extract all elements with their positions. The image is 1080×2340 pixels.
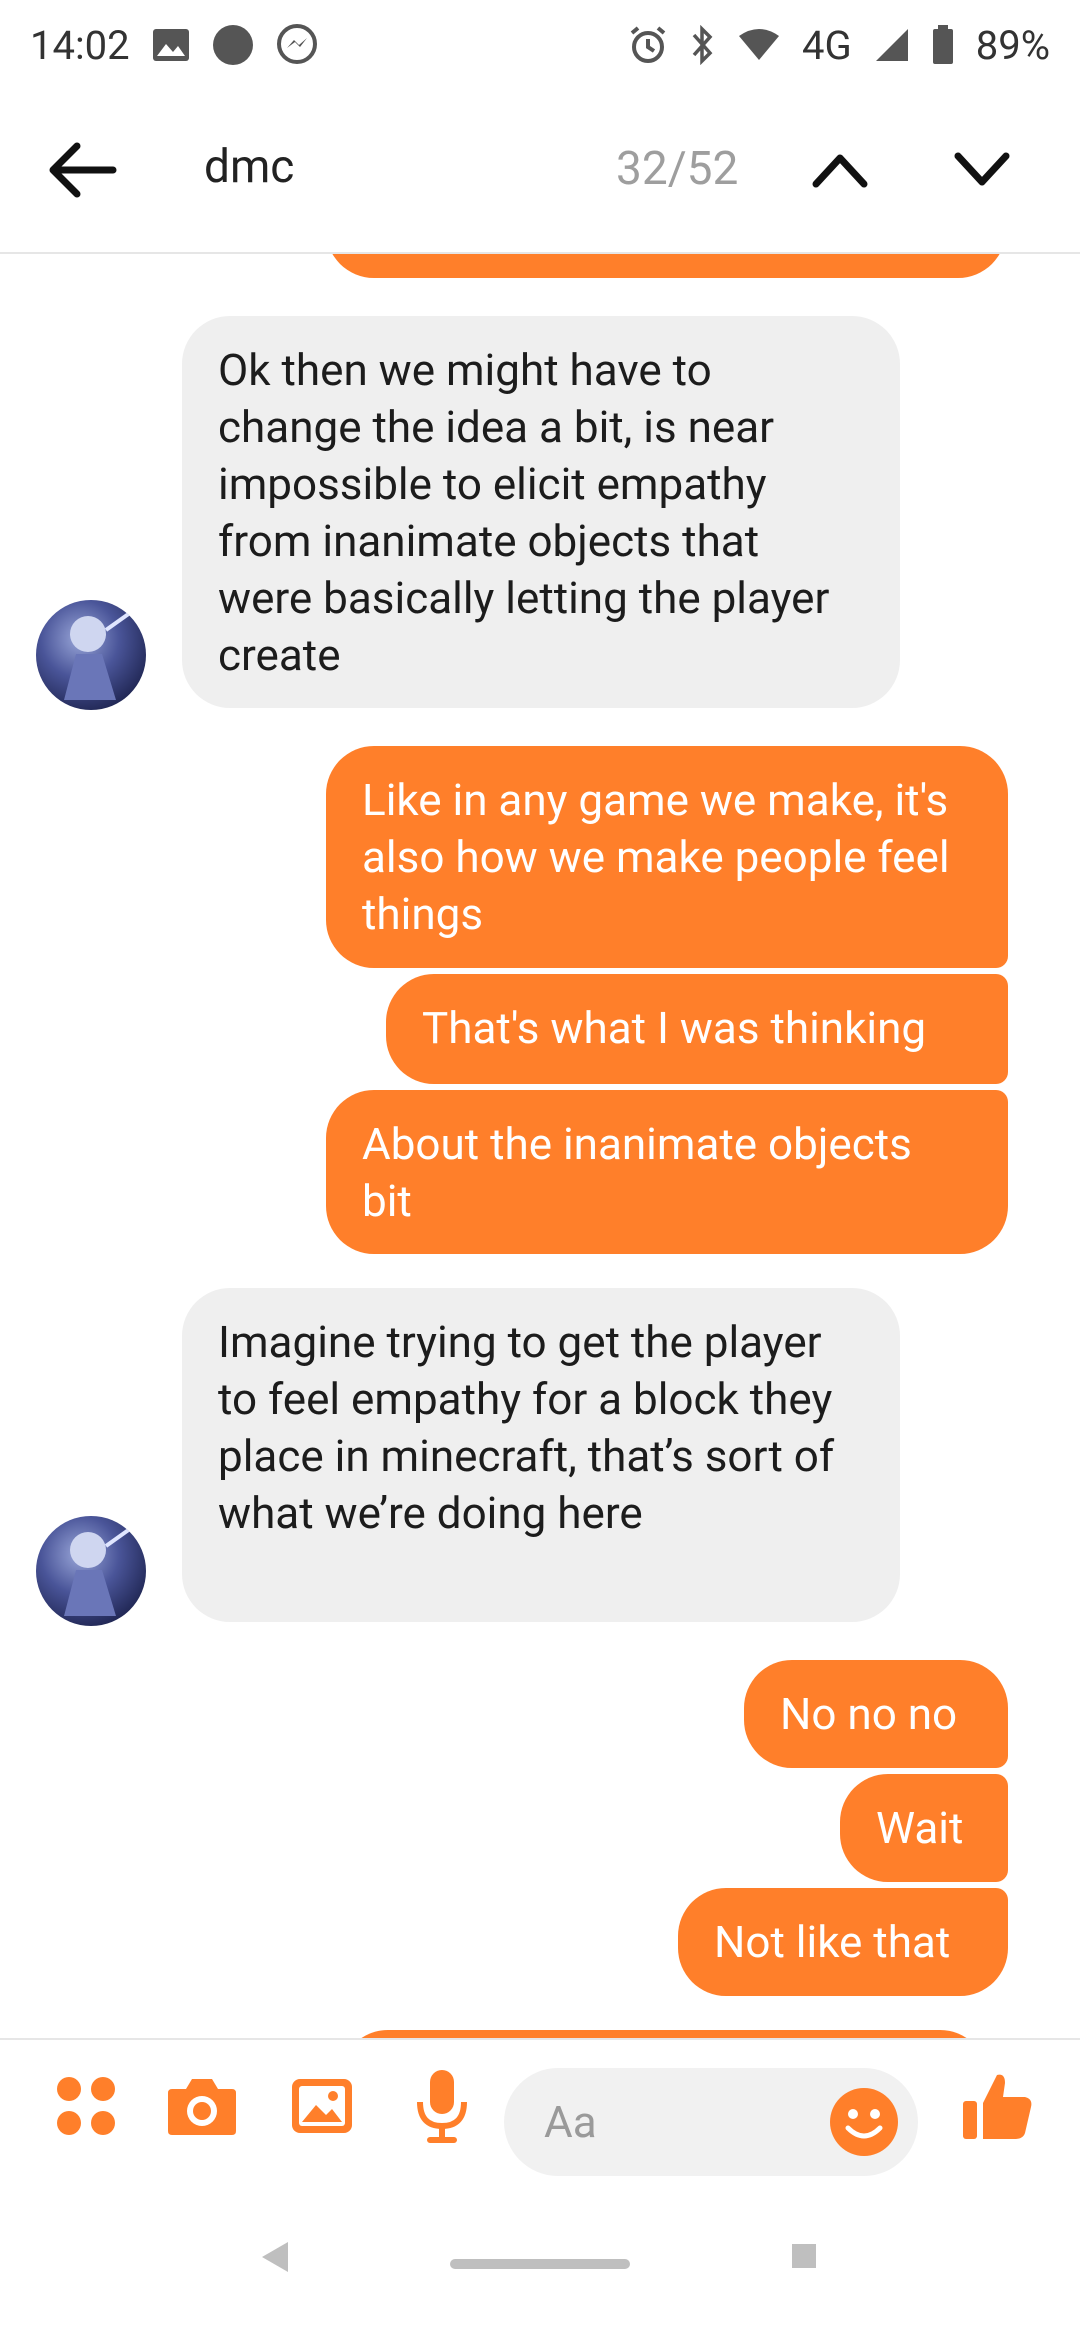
battery-level: 89% [975,21,1050,69]
image-icon [292,2079,352,2133]
message-bubble-outgoing[interactable]: About the inanimate objects bit [326,1090,1008,1254]
like-button[interactable] [956,2064,1040,2148]
message-bubble-outgoing[interactable]: Not like that [678,1888,1008,1996]
emoji-icon[interactable] [828,2086,900,2158]
alarm-icon [628,25,668,65]
camera-icon [168,2079,236,2135]
back-arrow-icon [49,142,117,198]
battery-icon [932,25,954,65]
message-bubble-partial[interactable] [340,2030,988,2038]
message-bubble-incoming[interactable]: Imagine trying to get the player to feel… [182,1288,900,1622]
chevron-up-icon [812,154,868,188]
chevron-down-icon [954,152,1010,186]
search-header: dmc 32/52 [0,90,1080,254]
message-list[interactable]: Ok then we might have to change the idea… [0,254,1080,2038]
microphone-icon [417,2070,467,2143]
voice-button[interactable] [400,2064,484,2148]
message-bubble-outgoing[interactable]: Wait [840,1774,1008,1882]
message-bubble-partial[interactable] [326,254,1006,278]
status-time: 14:02 [30,21,130,69]
contact-avatar[interactable] [36,600,146,710]
wifi-icon [738,28,780,62]
message-bubble-outgoing[interactable]: Like in any game we make, it's also how … [326,746,1008,968]
gallery-button[interactable] [280,2064,364,2148]
status-bar: 14:02 4G 89% [0,0,1080,90]
thumbs-up-icon [963,2074,1032,2139]
nav-home-pill[interactable] [450,2259,630,2269]
message-bubble-outgoing[interactable]: That's what I was thinking [386,974,1008,1084]
message-input-placeholder: Aa [544,2096,597,2148]
nav-recents-icon[interactable] [792,2244,816,2268]
network-type: 4G [802,21,852,69]
message-composer: Aa [0,2038,1080,2176]
gallery-icon [152,28,190,62]
messenger-icon [276,24,318,66]
apps-icon [57,2077,115,2135]
apps-button[interactable] [44,2064,128,2148]
dot-icon [212,24,254,66]
nav-back-icon[interactable] [260,2240,290,2274]
back-button[interactable] [42,130,122,210]
message-input[interactable]: Aa [504,2068,918,2176]
signal-icon [874,27,910,63]
message-bubble-incoming[interactable]: Ok then we might have to change the idea… [182,316,900,708]
search-query[interactable]: dmc [204,140,294,194]
message-bubble-outgoing[interactable]: No no no [744,1660,1008,1768]
next-result-button[interactable] [942,130,1022,210]
contact-avatar[interactable] [36,1516,146,1626]
system-nav-bar [0,2168,1080,2340]
previous-result-button[interactable] [800,130,880,210]
search-result-counter: 32/52 [616,142,739,196]
camera-button[interactable] [160,2064,244,2148]
bluetooth-icon [690,25,716,65]
